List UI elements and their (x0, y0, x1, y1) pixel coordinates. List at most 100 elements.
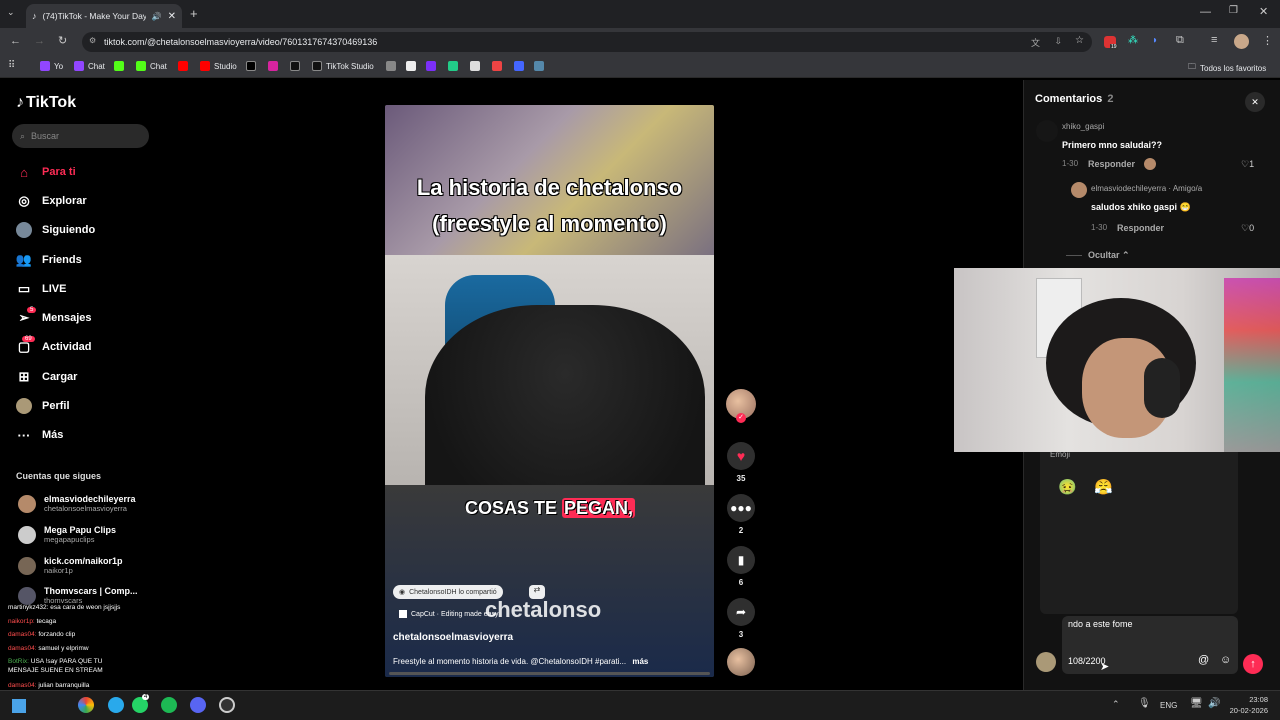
nav-live[interactable]: ▭ LIVE (16, 281, 67, 297)
comment-button[interactable]: ●●● 2 (726, 494, 756, 535)
bookmark-misc[interactable] (448, 61, 458, 71)
close-comments-button[interactable]: ✕ (1245, 92, 1265, 112)
reload-icon[interactable]: ↻ (58, 34, 67, 47)
spotify-icon[interactable] (161, 697, 177, 713)
bookmark-tiktok-studio[interactable]: TikTok Studio (312, 61, 374, 71)
tiktok-logo[interactable]: ♪ TikTok (16, 94, 76, 112)
language-indicator[interactable]: ENG (1160, 701, 1177, 710)
like-button[interactable]: ♥ 35 (726, 442, 756, 483)
more-link[interactable]: más (632, 657, 648, 666)
repost-icon[interactable]: ⇄ (529, 585, 545, 599)
video-author[interactable]: chetalonsoelmasvioyerra (393, 632, 513, 643)
reply-username[interactable]: elmasviodechileyerra · Amigo/a (1091, 184, 1202, 193)
comment-like-button[interactable]: ♡1 (1241, 159, 1254, 170)
bookmark-star-icon[interactable]: ☆ (1075, 35, 1084, 46)
x-bookmark[interactable] (246, 61, 256, 71)
following-item[interactable]: elmasviodechileyerra chetalonsoelmasvioye… (18, 494, 136, 513)
bookmark-yo[interactable]: Yo (40, 61, 63, 71)
bookmark-misc[interactable] (492, 61, 502, 71)
nav-friends[interactable]: 👥 Friends (16, 252, 82, 268)
nav-explorar[interactable]: ◎ Explorar (16, 193, 86, 209)
telegram-icon[interactable] (108, 697, 124, 713)
video-progress-bar[interactable] (389, 672, 710, 675)
all-bookmarks[interactable]: 🗀 Todos los favoritos (1188, 61, 1266, 75)
speaker-icon[interactable]: 🔊 (152, 12, 162, 21)
save-button[interactable]: ▮ 6 (726, 546, 756, 587)
volume-icon[interactable]: 🔊 (1208, 698, 1220, 709)
obs-icon[interactable] (219, 697, 235, 713)
instagram-bookmark[interactable] (268, 61, 278, 71)
avatar (1036, 652, 1056, 672)
bookmark-chat[interactable]: Chat (74, 61, 105, 71)
media-icon[interactable]: ≡ (1211, 34, 1217, 46)
chat-message: MENSAJE SUENE EN STREAM (8, 667, 103, 674)
nav-mas[interactable]: ··· Más (16, 427, 64, 443)
site-info-icon[interactable]: ⚙ (89, 36, 96, 45)
send-comment-button[interactable]: ↑ (1243, 654, 1263, 674)
back-icon[interactable]: ← (10, 35, 21, 47)
menu-icon[interactable]: ⋮ (1262, 34, 1273, 47)
bookmark-misc[interactable] (426, 61, 436, 71)
avatar[interactable] (1036, 120, 1058, 142)
puzzle-icon[interactable]: ⧉ (1176, 34, 1184, 47)
bookmark-misc[interactable] (534, 61, 544, 71)
translate-icon[interactable]: 文 (1031, 36, 1040, 49)
reply-button[interactable]: Responder (1117, 223, 1164, 233)
sound-avatar[interactable] (726, 648, 756, 676)
hide-replies-button[interactable]: Ocultar ⌃ (1088, 250, 1130, 261)
browser-icon[interactable] (78, 697, 94, 713)
search-input[interactable]: ⌕ Buscar (12, 124, 149, 148)
nav-siguiendo[interactable]: Siguiendo (16, 222, 95, 238)
emoji-icon[interactable]: ☺ (1220, 654, 1231, 666)
bookmark-misc[interactable] (470, 61, 480, 71)
bookmark-misc[interactable] (514, 61, 524, 71)
new-tab-icon[interactable]: + (190, 6, 198, 21)
restore-icon[interactable]: ❐ (1229, 5, 1238, 16)
bookmark-misc[interactable] (406, 61, 416, 71)
microphone-icon[interactable]: 🎙 (1138, 698, 1151, 709)
discord-icon[interactable] (190, 697, 206, 713)
share-button[interactable]: ➦ 3 (726, 598, 756, 639)
tiktok-bookmark[interactable] (290, 61, 300, 71)
emoji-option[interactable]: 😤 (1094, 478, 1113, 496)
following-item[interactable]: kick.com/naikor1p naikor1p (18, 556, 123, 575)
avatar[interactable] (1071, 182, 1087, 198)
nav-perfil[interactable]: Perfil (16, 398, 70, 414)
follow-badge-icon[interactable]: ✓ (736, 413, 746, 423)
minimize-icon[interactable]: — (1200, 6, 1211, 18)
following-item[interactable]: Thomvscars | Comp... thomvscars (18, 586, 138, 605)
bookmark-misc[interactable] (386, 61, 396, 71)
apps-icon[interactable]: ⠿ (8, 60, 15, 71)
video-player[interactable]: La historia de chetalonso (freestyle al … (385, 105, 714, 677)
nav-cargar[interactable]: ⊞ Cargar (16, 369, 78, 385)
kick-bookmark[interactable] (114, 61, 124, 71)
nav-para-ti[interactable]: ⌂ Para ti (16, 164, 76, 180)
following-item[interactable]: Mega Papu Clips megapapuclips (18, 525, 116, 544)
shared-by-pill[interactable]: ◉ ChetalonsoIDH lo compartió (393, 585, 503, 599)
youtube-bookmark[interactable] (178, 61, 188, 71)
reply-like-button[interactable]: ♡0 (1241, 223, 1254, 234)
browser-tab[interactable]: ♪ (74)TikTok - Make Your Day 🔊 ✕ (26, 4, 182, 28)
capcut-link[interactable]: CapCut · Editing made easy (399, 610, 499, 618)
network-icon[interactable]: 🖥 (1190, 698, 1203, 709)
comment-username[interactable]: xhiko_gaspi (1062, 122, 1104, 131)
avatar[interactable] (1234, 34, 1249, 49)
install-icon[interactable]: ⇩ (1054, 36, 1062, 47)
reply-button[interactable]: Responder (1088, 159, 1135, 169)
bookmark-studio[interactable]: Studio (200, 61, 237, 71)
extension-icon[interactable]: ◗ (1152, 35, 1158, 46)
bookmark-chat-kick[interactable]: Chat (136, 61, 167, 71)
extension-icon[interactable]: ⁂ (1128, 35, 1138, 46)
forward-icon[interactable]: → (34, 35, 45, 47)
emoji-option[interactable]: 🤢 (1058, 478, 1077, 496)
comment-input-box[interactable]: ndo a este fome 108/2200 @ ☺ (1062, 616, 1238, 674)
clock[interactable]: 23:08 20-02-2026 (1224, 695, 1268, 715)
tab-list-icon[interactable]: ⌄ (7, 7, 15, 18)
start-icon[interactable] (12, 699, 26, 713)
creator-avatar[interactable]: ✓ (726, 389, 756, 423)
window-close-icon[interactable]: ✕ (1259, 5, 1268, 18)
tab-close-icon[interactable]: ✕ (168, 11, 176, 22)
tray-chevron-icon[interactable]: ⌃ (1112, 699, 1120, 710)
mention-icon[interactable]: @ (1198, 654, 1209, 666)
url-bar[interactable]: ⚙ tiktok.com/@chetalonsoelmasvioyerra/vi… (82, 32, 1092, 52)
